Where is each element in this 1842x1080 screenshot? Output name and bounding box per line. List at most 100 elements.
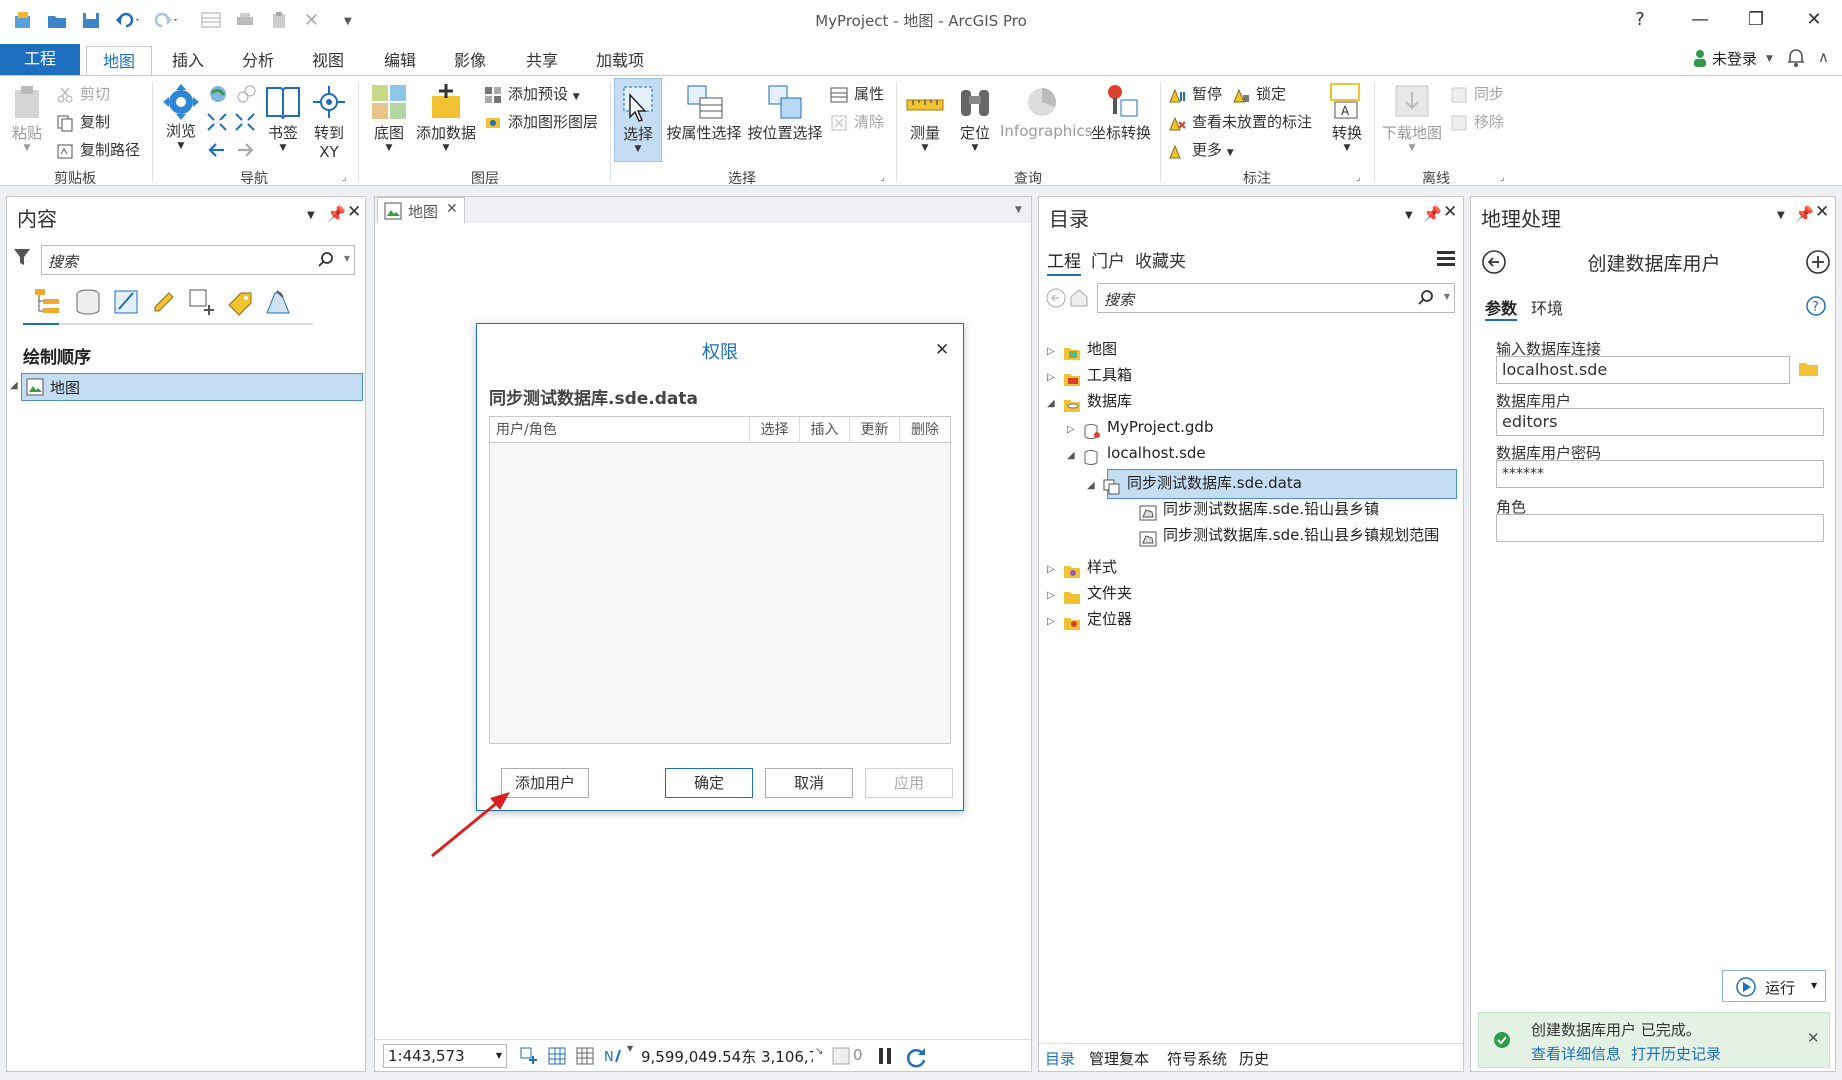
offline-launcher-icon[interactable]: ⌟ [1500,172,1505,183]
basemap-button[interactable]: 底图 ▼ [366,82,412,153]
selection-launcher-icon[interactable]: ⌟ [880,172,885,183]
catalog-node-toolboxes[interactable]: ▷ 工具箱 [1047,361,1132,389]
add-data-button[interactable]: 添加数据 ▼ [414,82,478,153]
more-labeling-button[interactable]: 更多 ▼ [1168,138,1234,162]
copy-path-button[interactable]: 复制路径 [56,138,140,162]
download-map-button[interactable]: 下载地图 ▼ [1378,82,1446,153]
tab-addins[interactable]: 加载项 [586,46,654,75]
tab-share[interactable]: 共享 [516,46,568,75]
dismiss-message-icon[interactable]: ✕ [1807,1029,1820,1047]
col-update[interactable]: 更新 [850,417,900,443]
list-by-snapping-icon[interactable] [187,287,217,321]
run-button[interactable]: 运行 ▼ [1722,970,1826,1002]
catalog-node-dataset-label[interactable]: ◢ 同步测试数据库.sde.data [1087,469,1302,497]
tab-project[interactable]: 工程 [0,44,80,75]
close-pane-icon[interactable]: ✕ [347,202,361,222]
coords-dropdown-icon[interactable]: ▼ [627,1044,633,1053]
goto-xy-button[interactable]: 转到 XY [308,82,350,161]
bottom-tab-history[interactable]: 历史 [1239,1048,1269,1069]
collapse-arrow-icon[interactable]: ◢ [10,380,18,391]
collapse-arrow-icon[interactable]: ◢ [1067,442,1083,470]
catalog-node-folders[interactable]: ▷ 文件夹 [1047,579,1132,607]
selected-features-icon[interactable] [831,1046,851,1070]
catalog-node-databases[interactable]: ◢ 数据库 [1047,387,1132,415]
copy-button[interactable]: 复制 [56,110,110,134]
cut-button[interactable]: 剪切 [56,82,110,106]
search-icon[interactable] [318,251,334,271]
tab-analysis[interactable]: 分析 [232,46,284,75]
catalog-node-fc1[interactable]: 同步测试数据库.sde.铅山县乡镇 [1123,495,1379,523]
remove-offline-button[interactable]: 移除 [1450,110,1504,134]
search-options-icon[interactable]: ▼ [1444,292,1450,301]
close-button[interactable]: ✕ [1794,6,1834,34]
cancel-button[interactable]: 取消 [765,768,853,798]
catalog-node-maps[interactable]: ▷ 地图 [1047,335,1117,363]
tab-edit[interactable]: 编辑 [374,46,426,75]
locate-button[interactable]: 定位 ▼ [952,82,998,153]
expand-arrow-icon[interactable]: ▷ [1047,608,1063,636]
attributes-button[interactable]: 属性 [830,82,884,106]
list-by-labeling-icon[interactable] [225,287,255,321]
close-pane-icon[interactable]: ✕ [1815,202,1829,222]
map-tab[interactable]: 地图 ✕ [377,197,465,223]
collapse-arrow-icon[interactable]: ◢ [1087,472,1103,500]
navigate-launcher-icon[interactable]: ⌟ [342,172,347,183]
add-graphics-layer-button[interactable]: 添加图形图层 [484,110,598,134]
catalog-back-icon[interactable] [1045,287,1067,313]
pin-icon[interactable]: 📌 [327,205,346,223]
gp-password-input[interactable]: ****** [1496,460,1824,488]
coordinate-conversion-button[interactable]: 坐标转换 [1088,82,1154,143]
pin-icon[interactable]: 📌 [1423,205,1442,223]
pane-options-icon[interactable]: ▼ [307,210,315,221]
view-details-link[interactable]: 查看详细信息 [1531,1043,1621,1064]
select-by-attributes-button[interactable]: 按属性选择 [666,82,742,143]
pause-labeling-button[interactable]: 暂停 [1168,82,1222,106]
close-map-tab-icon[interactable]: ✕ [446,201,458,217]
convert-labels-button[interactable]: A 转换 ▼ [1324,82,1370,153]
catalog-node-gdb[interactable]: ▷ MyProject.gdb [1067,413,1213,441]
tab-imagery[interactable]: 影像 [444,46,496,75]
tab-map[interactable]: 地图 [86,46,152,75]
col-delete[interactable]: 删除 [900,417,950,443]
scale-box[interactable]: 1:443,573 ▼ [383,1044,507,1068]
bottom-tab-symbology[interactable]: 符号系统 [1167,1048,1227,1069]
search-icon[interactable] [1418,289,1434,309]
gp-add-icon[interactable] [1805,249,1831,279]
gp-role-input[interactable] [1496,514,1824,542]
restore-button[interactable]: ❐ [1736,6,1776,34]
measure-button[interactable]: 测量 ▼ [902,82,948,153]
bottom-tab-catalog[interactable]: 目录 [1045,1048,1075,1069]
signin-status[interactable]: 未登录 [1712,48,1757,69]
scale-dropdown-icon[interactable]: ▼ [496,1045,502,1067]
catalog-menu-icon[interactable] [1437,249,1455,271]
table-grid-icon[interactable] [575,1046,595,1070]
add-preset-button[interactable]: 添加预设 ▼ [484,82,580,106]
collapse-ribbon-icon[interactable]: ∧ [1818,48,1829,66]
run-dropdown-icon[interactable]: ▼ [1811,981,1817,990]
signin-dropdown-icon[interactable]: ▼ [1766,54,1773,64]
gp-conn-input[interactable]: localhost.sde [1496,356,1790,384]
catalog-node-locators[interactable]: ▷ 定位器 [1047,605,1132,633]
col-user-role[interactable]: 用户/角色 [490,417,750,443]
clear-selection-button[interactable]: 清除 [830,110,884,134]
select-by-location-button[interactable]: 按位置选择 [746,82,824,143]
map-tab-overflow-icon[interactable]: ▼ [1015,205,1022,215]
contents-search-input[interactable]: 搜索 ▼ [41,245,355,275]
north-arrow-icon[interactable]: N [603,1046,623,1070]
view-unplaced-button[interactable]: 查看未放置的标注 [1168,110,1312,134]
tab-view[interactable]: 视图 [302,46,354,75]
gp-tab-environments[interactable]: 环境 [1531,295,1563,319]
lock-labeling-button[interactable]: 锁定 [1232,82,1286,106]
explore-button[interactable]: 浏览 ▼ [158,80,204,151]
pane-options-icon[interactable]: ▼ [1777,210,1785,221]
col-insert[interactable]: 插入 [800,417,850,443]
gp-back-icon[interactable] [1481,249,1507,279]
tab-insert[interactable]: 插入 [162,46,214,75]
paste-button[interactable]: 粘贴 ▼ [6,82,48,153]
gp-tab-parameters[interactable]: 参数 [1485,295,1518,321]
labeling-launcher-icon[interactable]: ⌟ [1356,172,1361,183]
pin-icon[interactable]: 📌 [1795,205,1814,223]
catalog-search-input[interactable]: 搜索 ▼ [1097,283,1455,313]
ok-button[interactable]: 确定 [665,768,753,798]
gp-user-input[interactable]: editors [1496,408,1824,436]
